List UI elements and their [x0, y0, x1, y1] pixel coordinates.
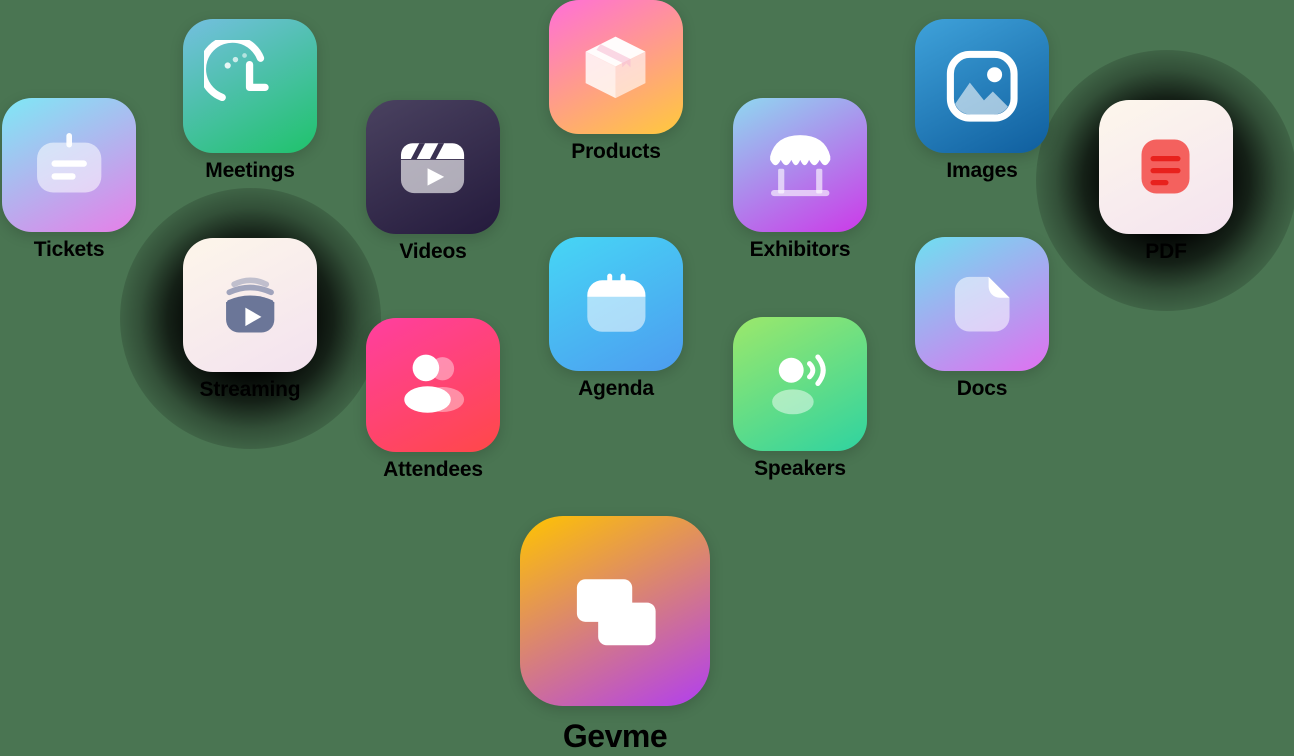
broadcast-play-icon-tile[interactable]	[120, 188, 381, 449]
calendar-icon-tile[interactable]	[549, 237, 683, 371]
app-item-meetings[interactable]: Meetings	[183, 19, 317, 183]
tile-surface	[915, 19, 1049, 153]
package-box-icon-tile[interactable]	[549, 0, 683, 134]
ticket-icon	[36, 132, 102, 193]
speaker-person-icon-tile[interactable]	[733, 317, 867, 451]
app-label: Meetings	[205, 159, 295, 182]
app-item-videos[interactable]: Videos	[366, 100, 500, 264]
broadcast-play-icon	[225, 277, 275, 333]
app-item-streaming[interactable]: Streaming	[120, 188, 381, 449]
tile-surface	[733, 98, 867, 232]
app-label: Exhibitors	[749, 238, 851, 261]
clock-icon-tile[interactable]	[183, 19, 317, 153]
document-page-icon	[954, 276, 1010, 332]
app-item-speakers[interactable]: Speakers	[733, 317, 867, 481]
app-item-pdf[interactable]: PDF	[1036, 50, 1294, 311]
app-item-images[interactable]: Images	[915, 19, 1049, 183]
pdf-document-icon-tile[interactable]	[1036, 50, 1294, 311]
tile-surface	[520, 516, 710, 706]
tile-surface	[1099, 100, 1233, 234]
brand-item-gevme[interactable]: Gevme	[520, 516, 710, 755]
clapperboard-icon	[401, 143, 465, 194]
tile-surface	[733, 317, 867, 451]
tile-surface	[366, 318, 500, 452]
app-label: Tickets	[33, 238, 105, 261]
app-label: Attendees	[383, 458, 483, 481]
tile-surface	[549, 237, 683, 371]
ticket-icon-tile[interactable]	[2, 98, 136, 232]
brand-label: Gevme	[562, 718, 668, 754]
clock-icon	[204, 40, 270, 102]
app-label: Images	[946, 159, 1018, 182]
pdf-document-icon	[1141, 139, 1191, 195]
tile-surface	[366, 100, 500, 234]
app-label: Speakers	[754, 457, 846, 480]
app-label: Videos	[399, 240, 467, 263]
calendar-icon	[587, 274, 646, 333]
app-label: Agenda	[578, 377, 654, 400]
clapperboard-icon-tile[interactable]	[366, 100, 500, 234]
document-page-icon-tile[interactable]	[915, 237, 1049, 371]
people-group-icon-tile[interactable]	[366, 318, 500, 452]
overlapping-cards-icon-tile[interactable]	[520, 516, 710, 706]
app-label: Docs	[956, 377, 1008, 400]
package-box-icon	[586, 37, 646, 99]
people-group-icon	[404, 355, 465, 414]
app-item-products[interactable]: Products	[549, 0, 683, 164]
tile-surface	[549, 0, 683, 134]
photo-icon	[946, 50, 1018, 122]
speaker-person-icon	[772, 354, 827, 415]
app-item-docs[interactable]: Docs	[915, 237, 1049, 401]
app-item-tickets[interactable]: Tickets	[2, 98, 136, 262]
photo-icon-tile[interactable]	[915, 19, 1049, 153]
app-item-agenda[interactable]: Agenda	[549, 237, 683, 401]
market-stall-icon	[769, 134, 831, 196]
app-item-attendees[interactable]: Attendees	[366, 318, 500, 482]
tile-surface	[915, 237, 1049, 371]
overlapping-cards-icon	[576, 579, 656, 646]
tile-surface	[183, 19, 317, 153]
app-label: Products	[571, 140, 661, 163]
app-label: Streaming	[199, 378, 301, 401]
tile-surface	[183, 238, 317, 372]
app-label: PDF	[1145, 240, 1187, 263]
app-icon-grid: Tickets Meetings Videos Products Exhibitors I…	[0, 0, 1294, 756]
tile-surface	[2, 98, 136, 232]
app-item-exhibitors[interactable]: Exhibitors	[733, 98, 867, 262]
market-stall-icon-tile[interactable]	[733, 98, 867, 232]
